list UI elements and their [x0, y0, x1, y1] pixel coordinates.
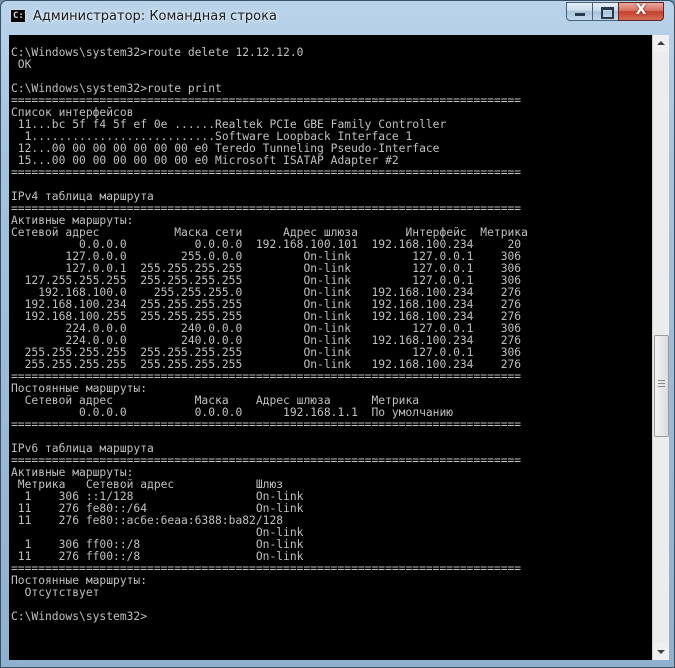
minimize-button[interactable] — [566, 2, 593, 21]
grip-line — [658, 380, 665, 381]
console-line: OK — [11, 58, 32, 71]
maximize-button[interactable] — [592, 2, 619, 21]
grip-line — [658, 386, 665, 387]
arrow-up-icon — [657, 41, 665, 45]
scroll-up-button[interactable] — [653, 35, 669, 52]
window-title: Администратор: Командная строка — [33, 9, 277, 24]
console-line: ========================================… — [11, 418, 522, 431]
console-output[interactable]: C:\Windows\system32>route delete 12.12.1… — [9, 35, 652, 660]
console-line: C:\Windows\system32> — [11, 610, 148, 623]
minimize-icon — [575, 13, 585, 16]
maximize-icon — [601, 7, 614, 19]
console-app-icon[interactable]: C:\ — [10, 9, 30, 23]
close-button[interactable]: X — [618, 2, 664, 21]
grip-line — [658, 383, 665, 384]
command-prompt-window: C:\ Администратор: Командная строка X C:… — [0, 0, 675, 668]
scroll-down-button[interactable] — [653, 643, 669, 660]
arrow-down-icon — [657, 650, 665, 654]
console-line: Отсутствует — [11, 586, 100, 599]
console-app-icon-label: C:\ — [13, 11, 30, 21]
console-line: C:\Windows\system32>route delete 12.12.1… — [11, 46, 304, 59]
title-bar[interactable]: C:\ Администратор: Командная строка X — [1, 1, 674, 35]
vertical-scrollbar[interactable] — [652, 35, 669, 660]
scrollbar-thumb[interactable] — [654, 335, 669, 437]
console-line: ========================================… — [11, 166, 522, 179]
close-icon: X — [635, 2, 647, 18]
